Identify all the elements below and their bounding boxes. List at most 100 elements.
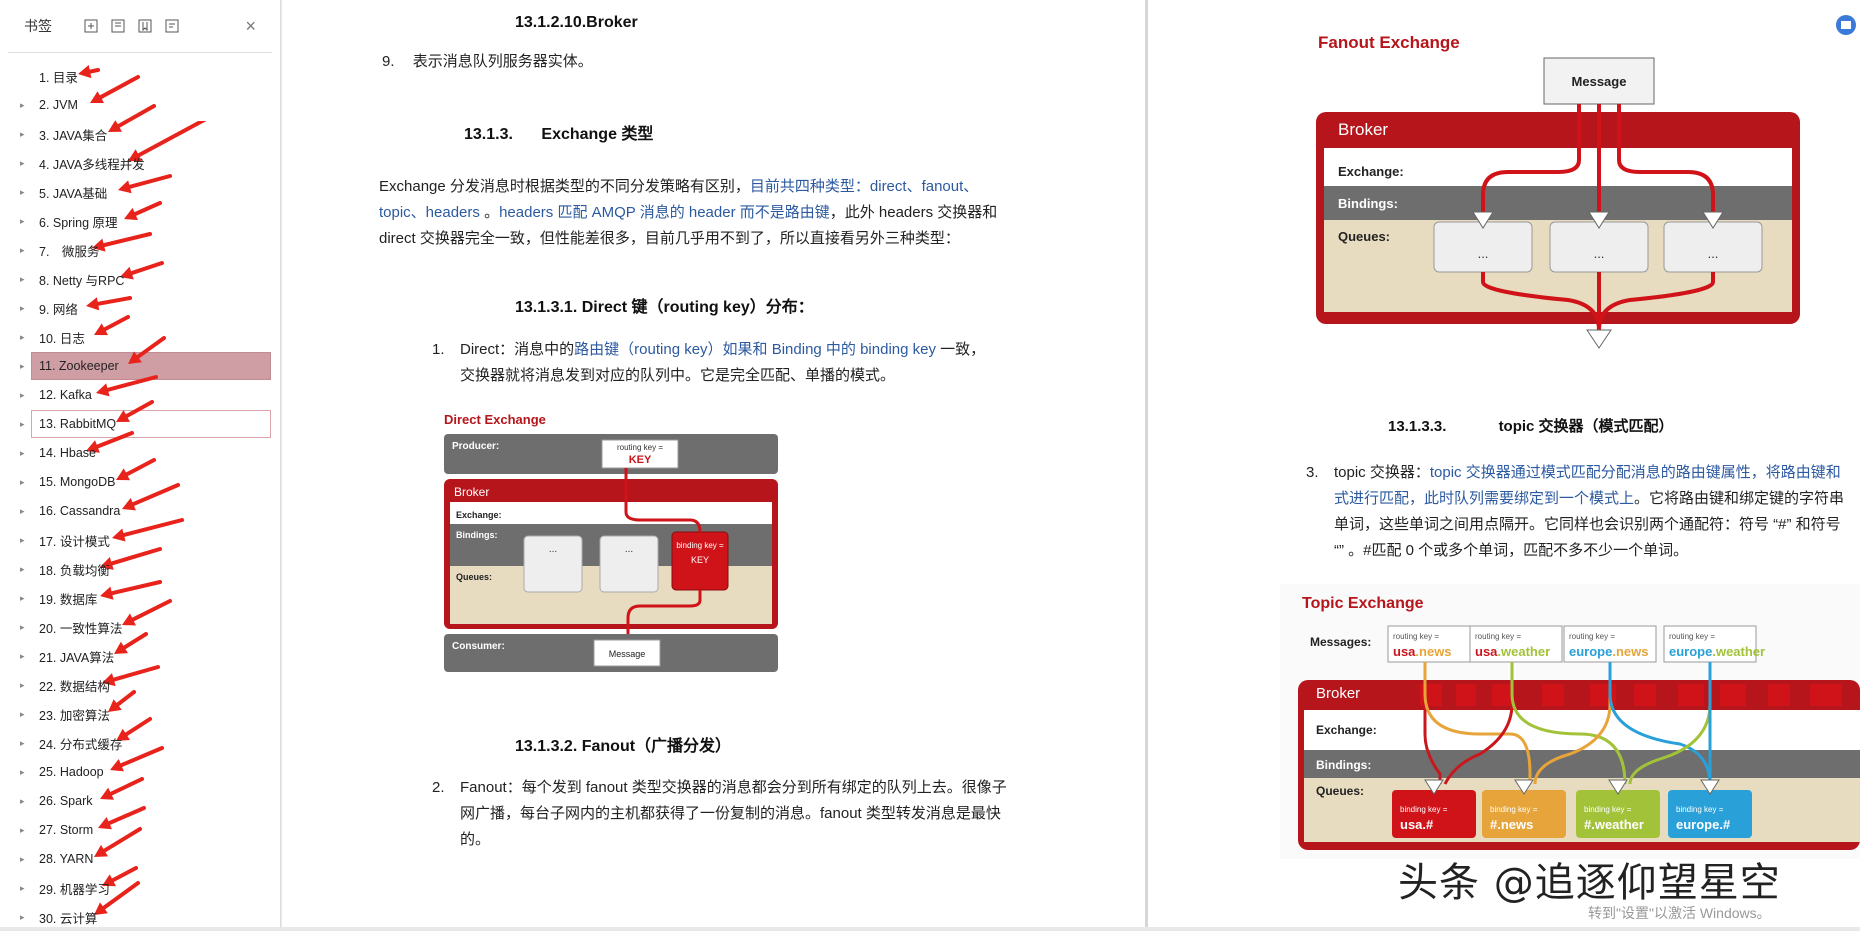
bookmark-item[interactable]: ▸ 6. Spring 原理 xyxy=(0,207,280,235)
expand-caret-icon[interactable]: ▸ xyxy=(20,709,30,720)
bookmark-label: 10. 日志 xyxy=(39,331,85,346)
expand-caret-icon[interactable]: ▸ xyxy=(20,332,30,343)
expand-caret-icon[interactable]: ▸ xyxy=(20,216,30,227)
consumer-label: Consumer: xyxy=(452,641,505,652)
expand-caret-icon[interactable]: ▸ xyxy=(20,361,30,372)
topic-exchange-diagram: Topic Exchange Messages: routing key = us… xyxy=(1280,584,1860,859)
expand-caret-icon[interactable]: ▸ xyxy=(20,825,30,836)
expand-caret-icon[interactable]: ▸ xyxy=(20,274,30,285)
bookmark-label: 27. Storm xyxy=(39,823,94,837)
broker-header-segment xyxy=(1768,684,1790,706)
expand-caret-icon[interactable]: ▸ xyxy=(20,535,30,546)
expand-caret-icon[interactable]: ▸ xyxy=(20,651,30,662)
expand-caret-icon[interactable]: ▸ xyxy=(20,303,30,314)
expand-caret-icon[interactable]: ▸ xyxy=(20,129,30,140)
document-page-right: Fanout Exchange Message Broker Exchange:… xyxy=(1148,0,1860,927)
bookmark-item[interactable]: ▸ 17. 设计模式 xyxy=(0,526,280,554)
expand-caret-icon[interactable]: ▸ xyxy=(20,187,30,198)
expand-caret-icon[interactable]: ▸ xyxy=(20,912,30,923)
broker-header-segment xyxy=(1542,684,1564,706)
expand-caret-icon[interactable]: ▸ xyxy=(20,680,30,691)
bookmark-item[interactable]: 1. 目录 xyxy=(0,62,280,90)
bookmark-label: 12. Kafka xyxy=(39,388,92,402)
fanout-heading: 13.1.3.2. Fanout（广播分发） xyxy=(515,738,732,755)
bookmark-item[interactable]: ▸ 8. Netty 与RPC xyxy=(0,265,280,293)
fanout-broker-label: Broker xyxy=(1338,120,1388,139)
expand-caret-icon[interactable]: ▸ xyxy=(20,796,30,807)
bookmark-item[interactable]: ▸ 24. 分布式缓存 xyxy=(0,729,280,757)
close-icon[interactable]: × xyxy=(245,16,256,37)
expand-caret-icon[interactable]: ▸ xyxy=(20,767,30,778)
bookmark-item[interactable]: ▸ 4. JAVA多线程并发 xyxy=(0,149,280,177)
expand-caret-icon[interactable]: ▸ xyxy=(20,506,30,517)
bookmark-item[interactable]: ▸ 3. JAVA集合 xyxy=(0,120,280,148)
exchange-text-a: Exchange 分发消息时根据类型的不同分发策略有区别， xyxy=(379,178,750,195)
add-bookmark-icon[interactable] xyxy=(136,17,154,35)
bookmark-item[interactable]: ▸ 16. Cassandra xyxy=(0,497,280,525)
bookmark-item[interactable]: ▸ 9. 网络 xyxy=(0,294,280,322)
page-tool-icon[interactable] xyxy=(1835,14,1857,36)
bookmark-item[interactable]: ▸ 25. Hadoop xyxy=(0,758,280,786)
sidebar-title: 书签 xyxy=(24,18,52,34)
bookmark-item[interactable]: ▸ 10. 日志 xyxy=(0,323,280,351)
bookmark-item[interactable]: ▸ 27. Storm xyxy=(0,816,280,844)
fanout-item: 2. Fanout：每个发到 fanout 类型交换器的消息都会分到所有绑定的队… xyxy=(432,775,1007,848)
exchange-heading: 13.1.3. Exchange 类型 xyxy=(464,120,653,144)
bookmark-item[interactable]: ▸ 28. YARN xyxy=(0,845,280,873)
bookmark-item[interactable]: ▸ 22. 数据结构 xyxy=(0,671,280,699)
expand-caret-icon[interactable]: ▸ xyxy=(20,883,30,894)
bookmark-label: 14. Hbase xyxy=(39,446,96,460)
bookmark-item[interactable]: ▸ 13. RabbitMQ xyxy=(0,410,280,438)
topic-item: 3. topic 交换器：topic 交换器通过模式匹配分配消息的路由键属性，将… xyxy=(1306,460,1844,559)
expand-caret-icon[interactable]: ▸ xyxy=(20,593,30,604)
bookmark-item[interactable]: ▸ 15. MongoDB xyxy=(0,468,280,496)
expand-caret-icon[interactable]: ▸ xyxy=(20,448,30,459)
bookmark-item[interactable]: ▸ 14. Hbase xyxy=(0,439,280,467)
fanout-exchange-diagram: Fanout Exchange Message Broker Exchange:… xyxy=(1316,33,1800,349)
expand-caret-icon[interactable]: ▸ xyxy=(20,622,30,633)
routing-key-card: routing key = europe.weather xyxy=(1663,625,1765,663)
bookmark-item[interactable]: ▸ 20. 一致性算法 xyxy=(0,613,280,641)
routing-key-caption: routing key = xyxy=(1475,632,1521,641)
expand-caret-icon[interactable]: ▸ xyxy=(20,738,30,749)
fanout-text-c: 的。 xyxy=(460,831,491,848)
bookmark-item[interactable]: ▸ 29. 机器学习 xyxy=(0,874,280,902)
routing-key-caption: routing key = xyxy=(1669,632,1715,641)
direct-item-text: Direct：消息中的路由键（routing key）如果和 Binding 中… xyxy=(460,337,1060,389)
expand-caret-icon[interactable]: ▸ xyxy=(20,158,30,169)
bookmark-label: 17. 设计模式 xyxy=(39,534,110,549)
expand-all-icon[interactable] xyxy=(82,17,100,35)
topic-heading-num: 13.1.3.3. xyxy=(1388,418,1447,435)
bookmark-item[interactable]: ▸ 26. Spark xyxy=(0,787,280,815)
routing-key-value: europe.weather xyxy=(1669,644,1765,659)
exchange-link-2: topic、headers xyxy=(379,204,480,221)
fanout-message-label: Message xyxy=(1572,74,1627,89)
expand-caret-icon[interactable]: ▸ xyxy=(20,390,30,401)
bookmark-item[interactable]: ▸ 18. 负载均衡 xyxy=(0,555,280,583)
broker-header-segment xyxy=(1810,684,1842,706)
bookmark-item[interactable]: ▸ 5. JAVA基础 xyxy=(0,178,280,206)
bookmark-options-icon[interactable] xyxy=(163,17,181,35)
broker-label: Broker xyxy=(454,485,489,499)
bookmark-item[interactable]: ▸ 11. Zookeeper xyxy=(0,352,280,380)
document-page-left: 13.1.2.10.Broker 9. 表示消息队列服务器实体。 13.1.3.… xyxy=(282,0,1145,927)
expand-caret-icon[interactable]: ▸ xyxy=(20,854,30,865)
topic-exchange-row xyxy=(1304,710,1860,750)
expand-caret-icon[interactable]: ▸ xyxy=(20,564,30,575)
expand-caret-icon[interactable]: ▸ xyxy=(20,477,30,488)
expand-caret-icon[interactable]: ▸ xyxy=(20,419,30,430)
bookmark-item[interactable]: ▸ 19. 数据库 xyxy=(0,584,280,612)
binding-key-caption: binding key = xyxy=(1490,805,1538,814)
bookmark-label: 11. Zookeeper xyxy=(39,359,119,373)
bookmark-item[interactable]: ▸ 23. 加密算法 xyxy=(0,700,280,728)
bookmark-item[interactable]: ▸ 7. 微服务 xyxy=(0,236,280,264)
direct-item-num: 1. xyxy=(432,341,445,358)
expand-caret-icon[interactable]: ▸ xyxy=(20,245,30,256)
routing-key-value: europe.news xyxy=(1569,644,1648,659)
bookmark-item[interactable]: ▸ 2. JVM xyxy=(0,91,280,119)
bookmark-item[interactable]: ▸ 21. JAVA算法 xyxy=(0,642,280,670)
expand-caret-icon[interactable]: ▸ xyxy=(20,100,30,111)
bookmark-item[interactable]: ▸ 12. Kafka xyxy=(0,381,280,409)
producer-label: Producer: xyxy=(452,441,499,452)
collapse-all-icon[interactable] xyxy=(109,17,127,35)
